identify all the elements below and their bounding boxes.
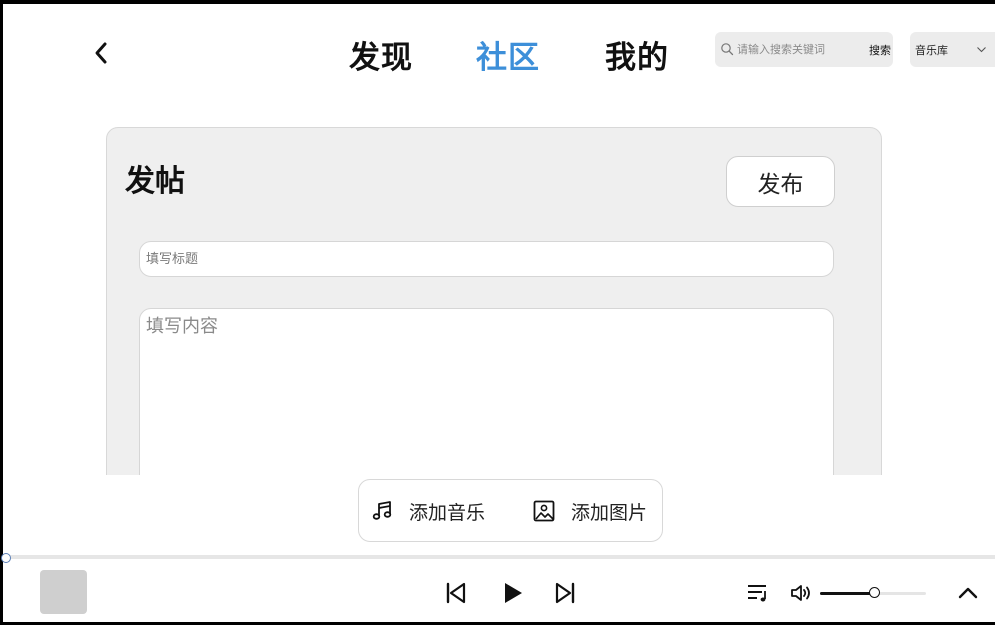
previous-track-button[interactable]	[443, 578, 469, 608]
add-music-button[interactable]: 添加音乐	[371, 498, 485, 524]
content-input[interactable]	[139, 308, 834, 498]
volume-slider-fill	[820, 592, 873, 595]
add-music-label: 添加音乐	[409, 501, 486, 524]
search-box: 搜索	[715, 32, 893, 67]
tab-mine[interactable]: 我的	[605, 32, 669, 77]
post-panel: 发帖 发布	[106, 127, 882, 498]
image-icon	[533, 500, 555, 522]
title-input[interactable]	[139, 241, 834, 277]
album-cover[interactable]	[40, 570, 87, 614]
next-track-button[interactable]	[552, 578, 578, 608]
playback-progress-track[interactable]	[3, 555, 995, 559]
volume-slider-handle[interactable]	[869, 587, 880, 598]
play-button[interactable]	[499, 578, 525, 608]
play-icon	[505, 583, 522, 603]
skip-next-icon	[555, 582, 575, 604]
add-image-button[interactable]: 添加图片	[533, 498, 647, 524]
publish-button[interactable]: 发布	[726, 156, 835, 207]
search-button[interactable]: 搜索	[869, 42, 891, 58]
attachment-bar: 添加音乐 添加图片	[358, 479, 663, 542]
search-input[interactable]	[737, 38, 861, 61]
library-select-value: 音乐库	[915, 44, 948, 57]
panel-title: 发帖	[125, 164, 185, 199]
window-border-top	[0, 0, 995, 4]
tab-community[interactable]: 社区	[476, 32, 540, 77]
tab-discover[interactable]: 发现	[349, 32, 413, 77]
playlist-icon[interactable]	[746, 582, 770, 604]
skip-previous-icon	[446, 582, 466, 604]
search-icon	[721, 43, 734, 56]
chevron-down-icon	[977, 47, 986, 53]
playback-progress-handle[interactable]	[1, 553, 11, 563]
volume-icon[interactable]	[789, 582, 813, 604]
add-image-label: 添加图片	[571, 501, 648, 524]
music-note-icon	[372, 501, 392, 520]
back-button[interactable]	[88, 38, 114, 68]
library-select[interactable]: 音乐库	[910, 32, 995, 67]
chevron-left-icon	[95, 42, 107, 64]
chevron-up-icon[interactable]	[956, 582, 980, 604]
